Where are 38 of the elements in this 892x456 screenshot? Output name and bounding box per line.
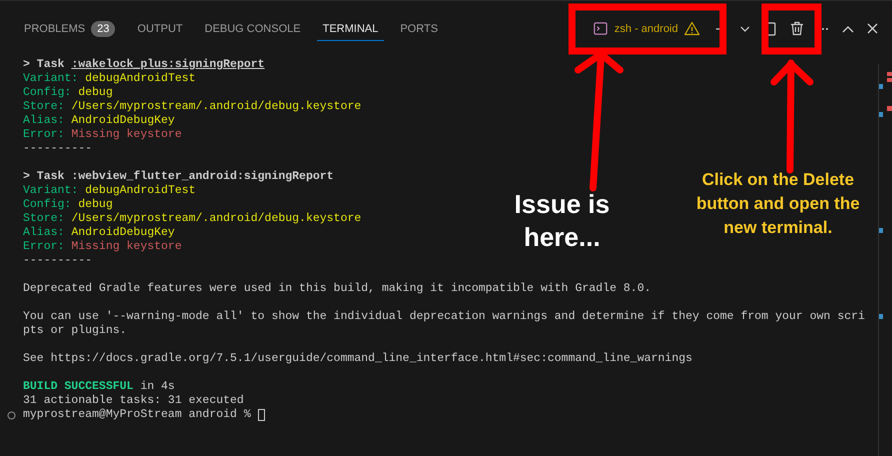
count-badge: 23	[91, 20, 116, 36]
close-icon[interactable]	[867, 23, 878, 34]
panel-tab[interactable]: TERMINAL	[316, 16, 384, 40]
trash-icon[interactable]	[790, 21, 804, 36]
terminal-line: Config: debug	[23, 86, 113, 100]
terminal-selector[interactable]: zsh - android	[591, 17, 702, 40]
terminal-line: 31 actionable tasks: 31 executed	[23, 394, 244, 408]
terminal-line: > Task :webview_flutter_android:signingReport	[23, 170, 334, 184]
terminal-line: Variant: debugAndroidTest	[23, 184, 196, 198]
circle-icon	[7, 410, 16, 420]
terminal-line: Deprecated Gradle features were used in this build, making it incompatible with Gradle 8.0.	[23, 282, 652, 296]
terminal-line: See https://docs.gradle.org/7.5.1/userguide/command_line_interface.html#sec:command_line_warnings	[23, 352, 692, 366]
terminal-line: Config: debug	[23, 198, 113, 212]
terminal-line: Alias: AndroidDebugKey	[23, 114, 175, 128]
panel-tab[interactable]: PROBLEMS 23	[24, 14, 122, 42]
terminal-prompt: myprostream@MyProStream android %	[23, 408, 252, 422]
highlight-box	[762, 4, 822, 54]
terminal-line: BUILD SUCCESSFUL in 4s	[23, 380, 175, 394]
chevron-down-icon[interactable]	[740, 24, 750, 34]
panel-tab[interactable]: OUTPUT	[131, 16, 189, 40]
terminal-line: Alias: AndroidDebugKey	[23, 226, 175, 240]
terminal-line: Store: /Users/myprostream/.android/debug.keystore	[23, 212, 362, 226]
panel-tab[interactable]: PORTS	[394, 16, 444, 40]
terminal-line: Error: Missing keystore	[23, 240, 182, 254]
chevron-up-icon[interactable]	[842, 24, 854, 32]
terminal-line: ----------	[23, 142, 92, 156]
terminal-line: pts or plugins.	[23, 324, 127, 338]
annotation-text: Click on the Delete button and open the new terminal.	[695, 169, 861, 239]
terminal-icon	[593, 21, 608, 36]
annotation-text: Issue is here...	[513, 188, 611, 254]
panel-tab[interactable]: DEBUG CONSOLE	[198, 16, 307, 40]
terminal-line: Error: Missing keystore	[23, 128, 182, 142]
cursor	[258, 409, 265, 421]
terminal-line: Variant: debugAndroidTest	[23, 72, 196, 86]
terminal-line: Store: /Users/myprostream/.android/debug.keystore	[23, 100, 362, 114]
terminal-line: You can use '--warning-mode all' to show the individual deprecation warnings and determine if they come from your own scri	[23, 310, 865, 324]
terminal-line: > Task :wakelock_plus:signingReport	[23, 58, 265, 72]
terminal-line: ----------	[23, 254, 92, 268]
